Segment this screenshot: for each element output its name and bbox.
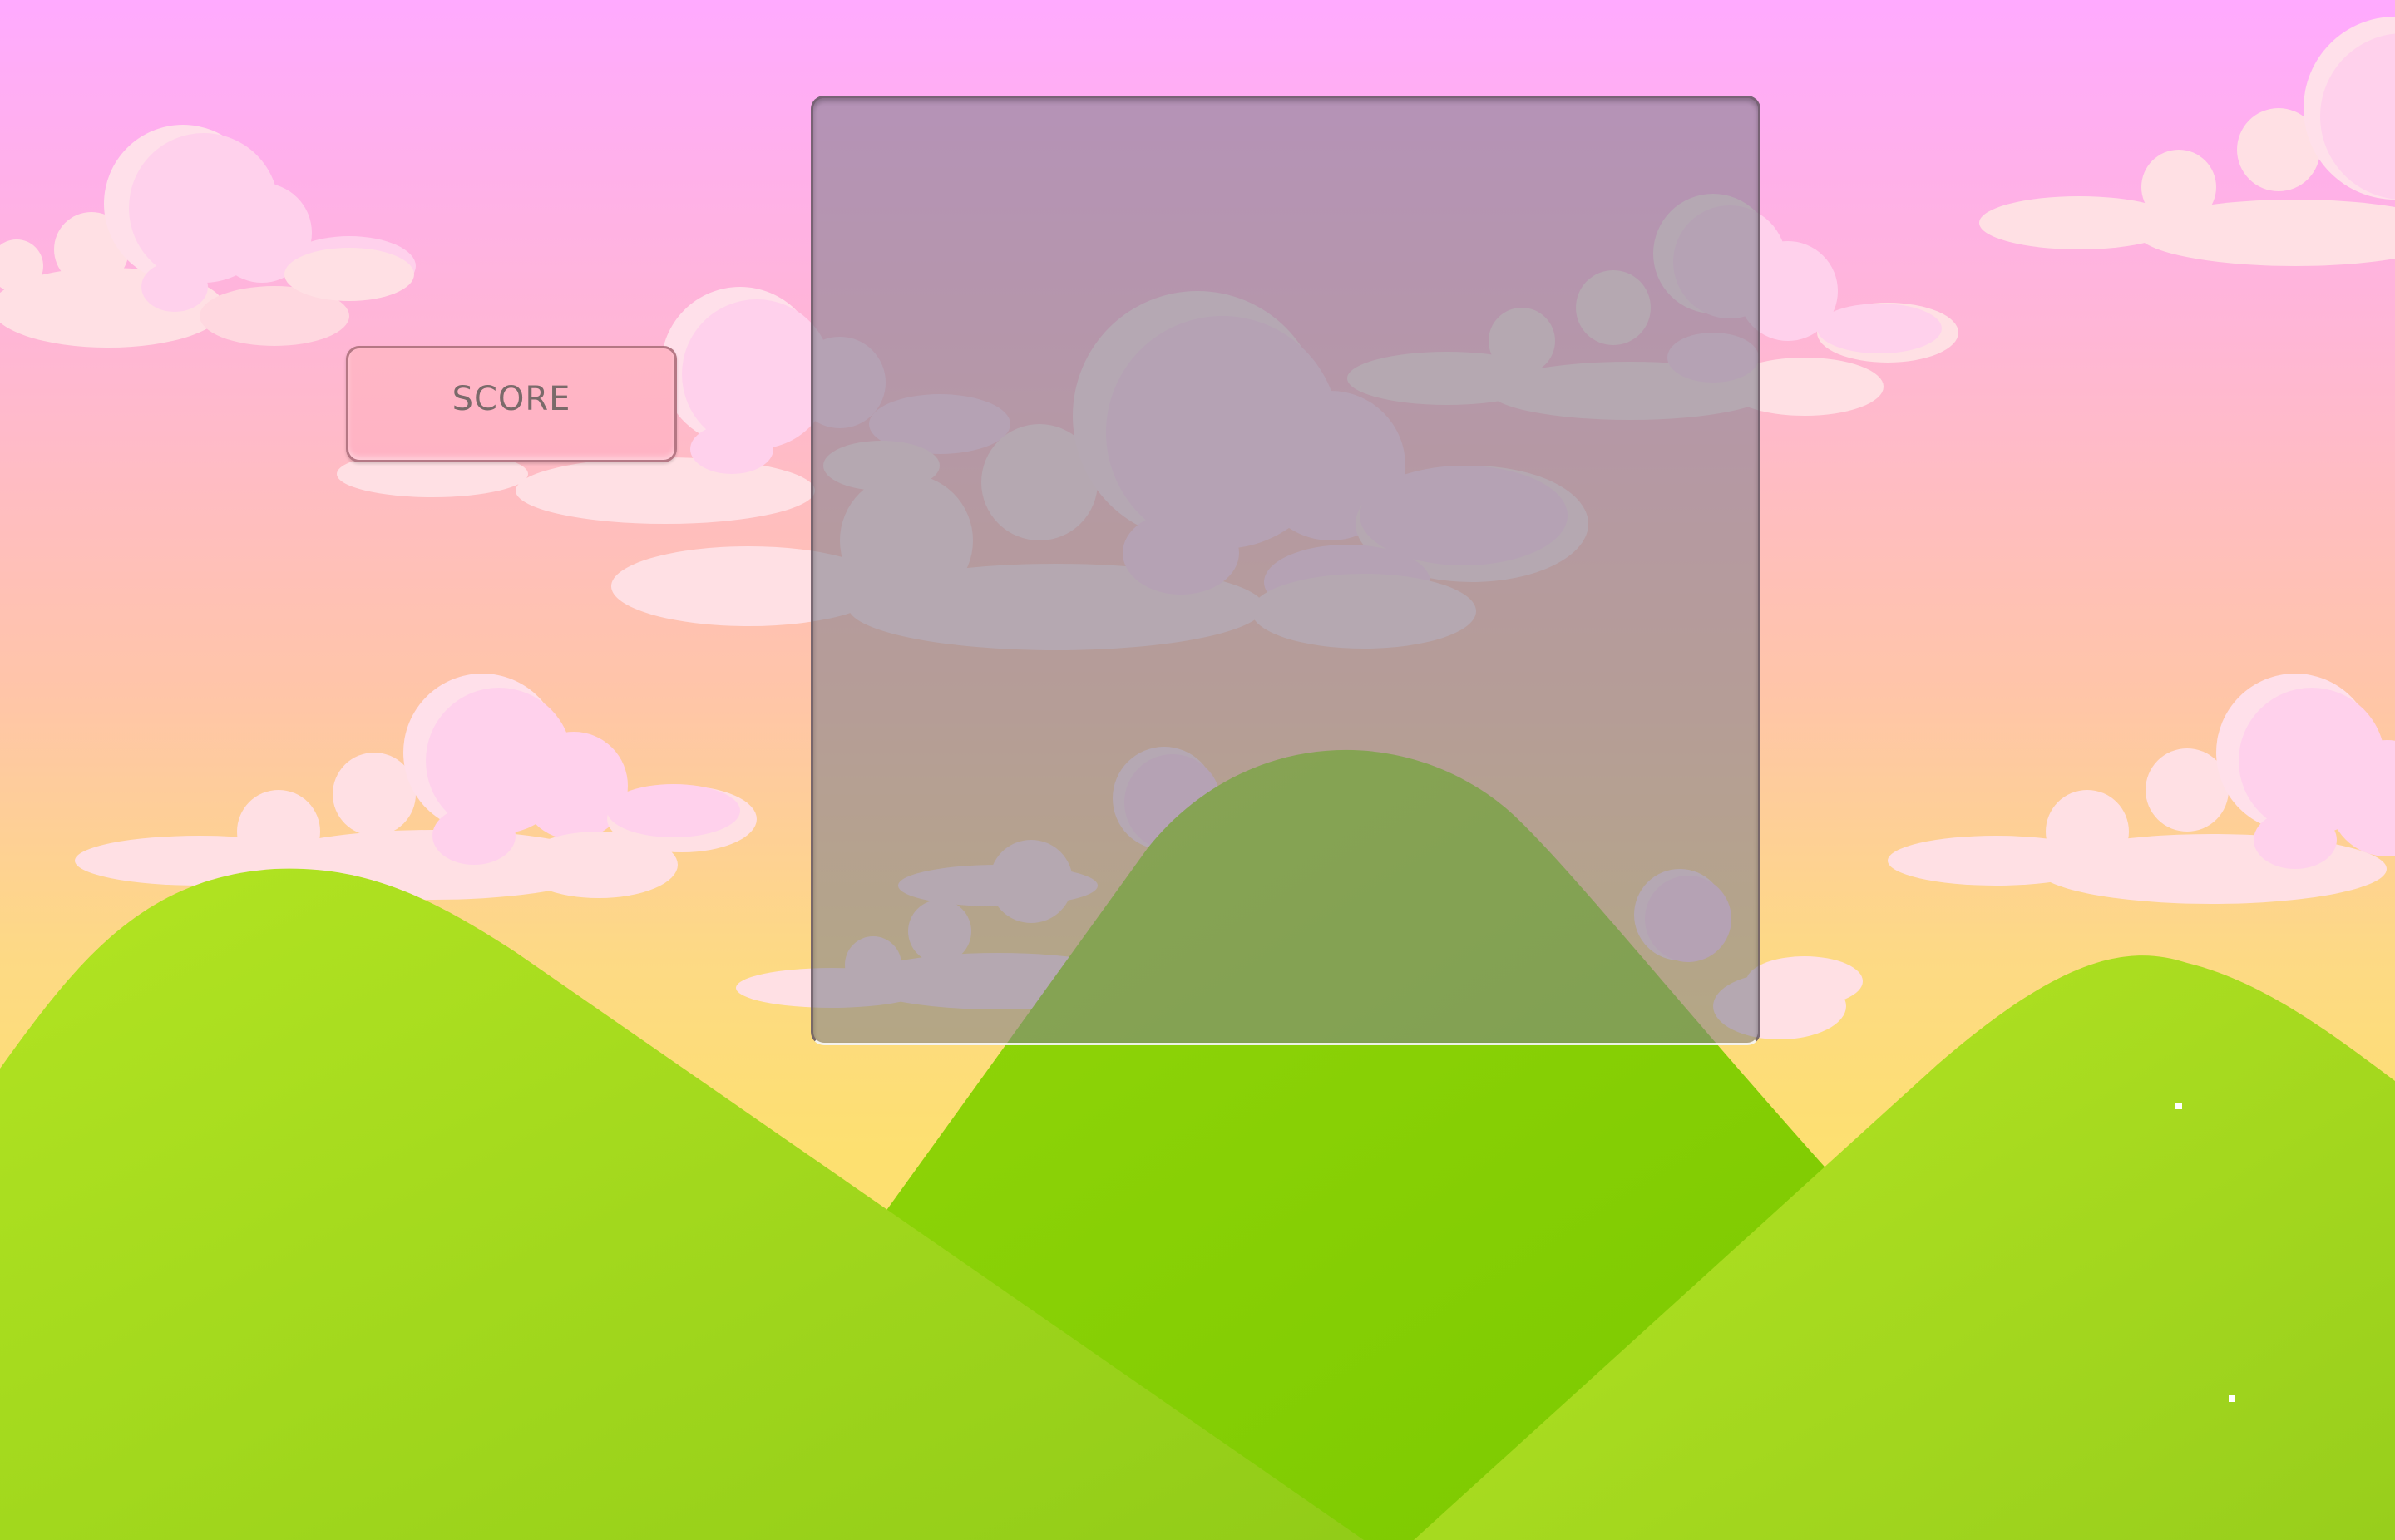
game-board[interactable] [811, 96, 1760, 1045]
sparkle [2175, 1103, 2182, 1109]
game-scene: SCORE [0, 0, 2395, 1540]
sparkle [2229, 1395, 2235, 1402]
score-panel: SCORE [346, 346, 677, 462]
score-label: SCORE [452, 380, 571, 418]
